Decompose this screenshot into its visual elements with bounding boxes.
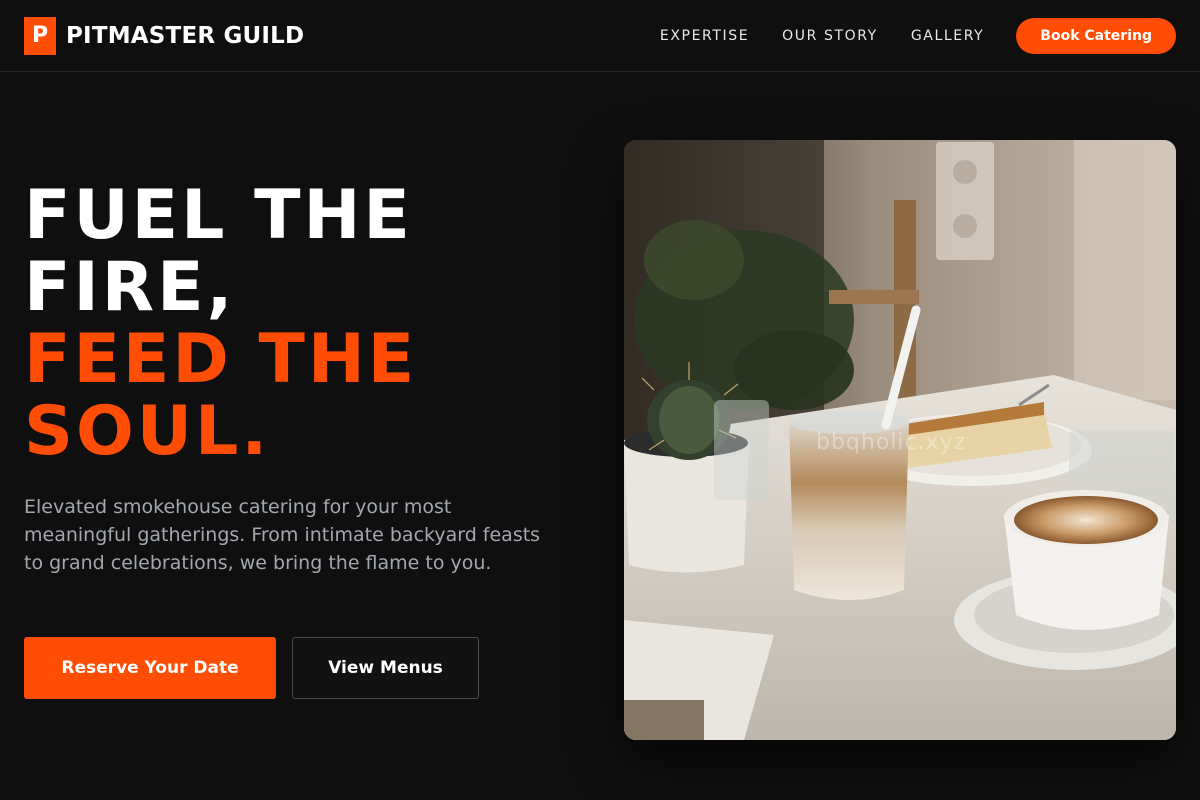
book-catering-button[interactable]: Book Catering [1016, 17, 1176, 54]
nav-link-expertise[interactable]: EXPERTISE [660, 28, 749, 44]
headline-line-1: FUEL THE [24, 176, 413, 255]
hero-section: FUEL THE FIRE, FEED THE SOUL. [24, 180, 564, 468]
main-nav: EXPERTISE OUR STORY GALLERY [660, 28, 984, 44]
view-menus-button[interactable]: View Menus [292, 637, 479, 699]
hero-cta-group: Reserve Your Date View Menus [24, 637, 479, 699]
photo-watermark: bbqholic.xyz [816, 430, 967, 455]
nav-link-our-story[interactable]: OUR STORY [782, 28, 878, 44]
reserve-date-button[interactable]: Reserve Your Date [24, 637, 276, 699]
brand-mark-icon: P [24, 16, 56, 55]
headline-accent-line-1: FEED THE [24, 320, 418, 399]
nav-link-gallery[interactable]: GALLERY [911, 28, 984, 44]
hero-subtext: Elevated smokehouse catering for your mo… [24, 496, 541, 574]
headline-line-2: FIRE, [24, 248, 236, 327]
hero-headline: FUEL THE FIRE, FEED THE SOUL. [24, 180, 564, 468]
site-header: P PITMASTER GUILD EXPERTISE OUR STORY GA… [0, 0, 1200, 72]
hero-photo: bbqholic.xyz [624, 140, 1176, 740]
headline-accent-line-2: SOUL. [24, 392, 271, 471]
brand-logo[interactable]: P PITMASTER GUILD [24, 16, 305, 55]
brand-name: PITMASTER GUILD [66, 22, 305, 49]
